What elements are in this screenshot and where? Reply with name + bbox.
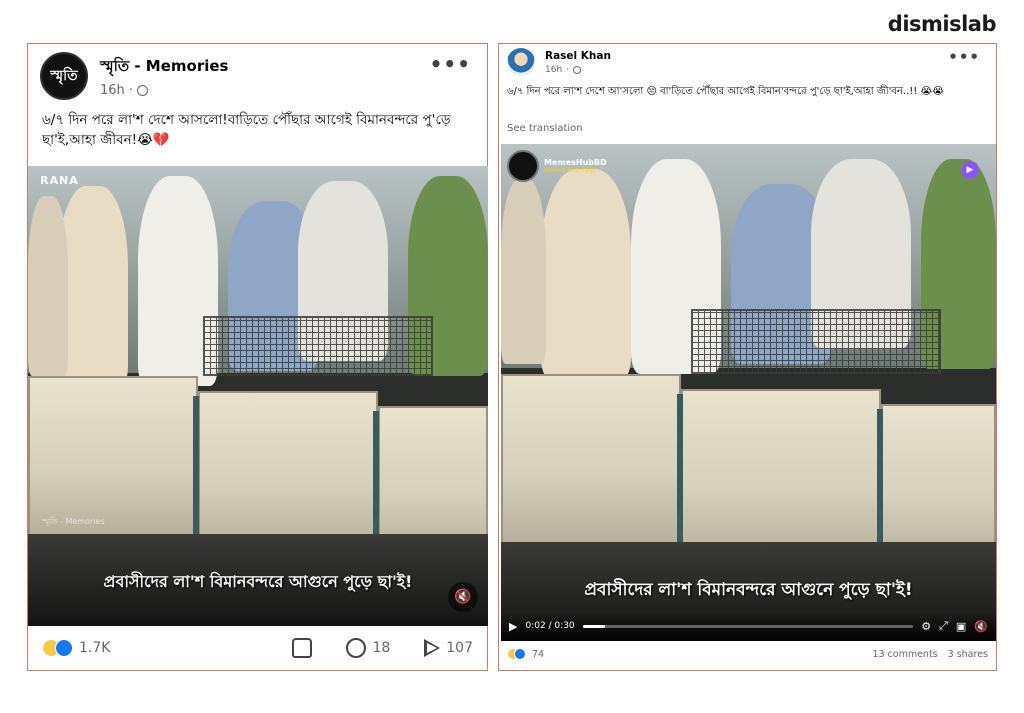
share-icon — [424, 639, 441, 657]
like-reaction-icon — [55, 639, 73, 657]
page-name[interactable]: স্মৃতি - Memories — [100, 55, 229, 80]
post-time: 16h — [100, 82, 125, 98]
video-progress-fill — [582, 624, 605, 628]
post-header: স্মৃতি স্মৃতি - Memories 16h · — [40, 52, 229, 100]
like-button[interactable] — [292, 638, 313, 658]
share-count[interactable]: 3 shares — [948, 649, 988, 660]
post-timestamp[interactable]: 16h · — [100, 83, 229, 98]
globe-icon — [573, 65, 582, 74]
channel-logo — [507, 150, 539, 182]
play-icon[interactable]: ▶ — [509, 620, 517, 633]
comment-icon — [346, 638, 367, 658]
fullscreen-icon[interactable]: ⤢ — [939, 619, 948, 633]
video-progress-bar[interactable] — [582, 624, 914, 628]
channel-watermark: MemesHubBD Memes Hub Page — [507, 150, 607, 182]
dismislab-logo: dismislab — [887, 12, 997, 36]
share-count: 107 — [446, 640, 473, 656]
profile-name[interactable]: Rasel Khan — [545, 50, 611, 62]
video-watermark: স্মৃতি - Memories — [42, 517, 105, 526]
comment-count: 18 — [372, 640, 391, 656]
video-controls: ▶ 0:02 / 0:30 ⚙ ⤢ ▣ 🔇 — [501, 611, 996, 641]
facebook-post-rasel-khan: Rasel Khan 16h · ••• ৬/৭ দিন পরে লা'শ দে… — [498, 43, 997, 671]
profile-avatar[interactable] — [507, 48, 535, 76]
more-options-icon[interactable]: ••• — [430, 52, 471, 76]
reactions-icons[interactable] — [507, 648, 526, 660]
facebook-post-memories: স্মৃতি স্মৃতি - Memories 16h · ••• ৬/৭ দ… — [27, 43, 488, 671]
comment-count[interactable]: 13 comments — [872, 649, 937, 660]
channel-name: MemesHubBD — [544, 158, 607, 167]
mute-icon[interactable]: 🔇 — [448, 582, 478, 612]
post-video[interactable]: MemesHubBD Memes Hub Page ▶ প্রবাসীদের ল… — [501, 144, 996, 641]
post-footer: 1.7K 18 107 — [28, 638, 487, 658]
globe-icon — [136, 84, 148, 96]
reaction-count[interactable]: 1.7K — [79, 640, 110, 656]
picture-in-picture-icon[interactable]: ▣ — [956, 620, 966, 633]
video-overlay-text: প্রবাসীদের লা'শ বিমানবন্দরে আগুনে পুড়ে … — [103, 572, 413, 591]
page-avatar[interactable]: স্মৃতি — [40, 52, 88, 100]
post-video[interactable]: RANA স্মৃতি - Memories প্রবাসীদের লা'শ ব… — [28, 166, 488, 626]
post-caption: ৬/৭ দিন পরে লা'শ দেশে আ'সলো 😔 বা'ড়িতে প… — [507, 86, 944, 97]
post-time: 16h — [545, 64, 563, 75]
like-reaction-icon — [514, 648, 526, 660]
post-footer: 74 13 comments 3 shares — [499, 648, 996, 660]
reaction-count[interactable]: 74 — [532, 649, 544, 660]
video-corner-label: RANA — [40, 174, 79, 187]
settings-icon[interactable]: ⚙ — [921, 620, 931, 633]
thumbs-up-icon — [292, 638, 313, 658]
share-button[interactable]: 107 — [424, 639, 473, 657]
video-camera-icon[interactable]: ▶ — [962, 162, 978, 178]
post-caption: ৬/৭ দিন পরে লা'শ দেশে আসলো!বাড়িতে পৌঁছা… — [42, 112, 451, 149]
see-translation-link[interactable]: See translation — [507, 123, 583, 134]
post-timestamp[interactable]: 16h · — [545, 65, 611, 75]
video-overlay-text: প্রবাসীদের লা'শ বিমানবন্দরে আগুনে পুড়ে … — [584, 580, 913, 600]
more-options-icon[interactable]: ••• — [948, 48, 980, 66]
comment-button[interactable]: 18 — [346, 638, 390, 658]
channel-subtitle: Memes Hub Page — [544, 167, 596, 174]
video-time: 0:02 / 0:30 — [525, 621, 575, 631]
mute-icon[interactable]: 🔇 — [974, 620, 988, 633]
reactions-icons[interactable] — [42, 639, 73, 657]
post-header: Rasel Khan 16h · — [507, 48, 611, 76]
